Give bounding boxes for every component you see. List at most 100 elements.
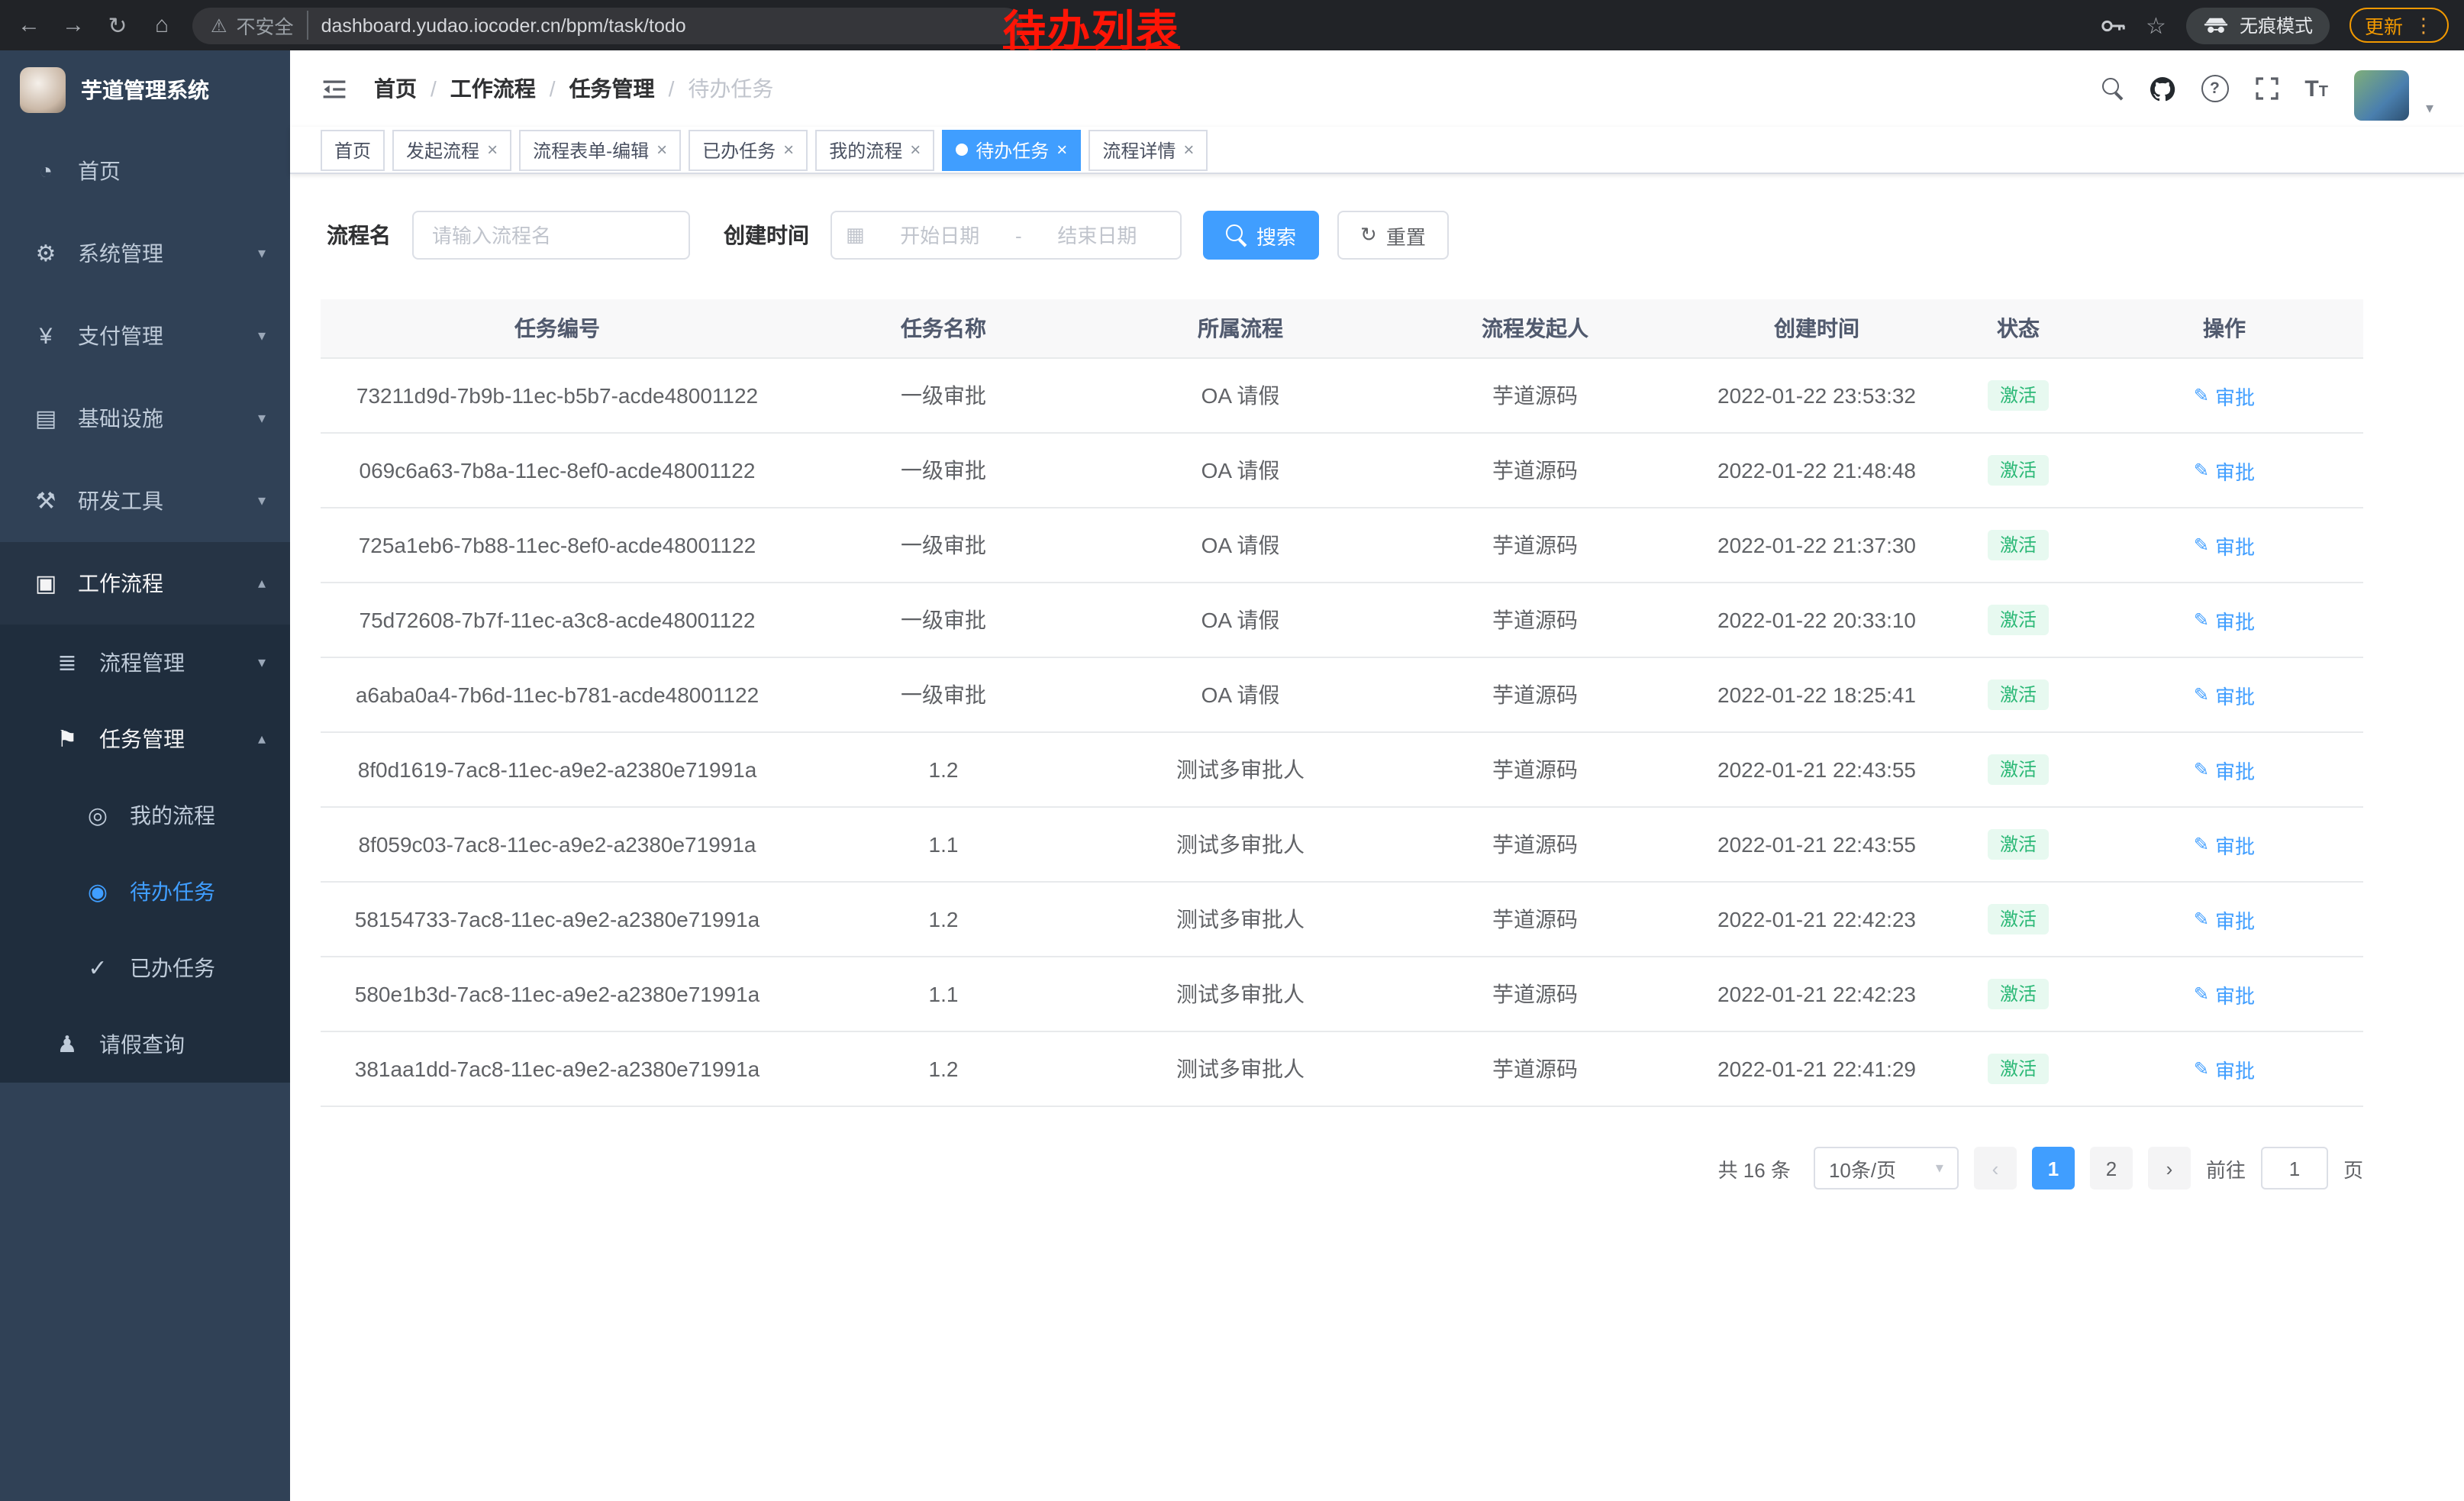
approve-button[interactable]: ✎ 审批 [2194,830,2255,859]
bookmark-star-icon[interactable]: ☆ [2146,11,2166,39]
approve-button[interactable]: ✎ 审批 [2194,755,2255,784]
cell-task-name: 1.2 [794,1032,1093,1106]
cell-task-id: 069c6a63-7b8a-11ec-8ef0-acde48001122 [321,434,794,507]
sidebar-item-infrastructure[interactable]: ▤ 基础设施 ▾ [0,377,290,460]
goto-page-input[interactable] [2261,1147,2328,1190]
close-icon[interactable]: × [1056,139,1067,160]
cell-create-time: 2022-01-21 22:42:23 [1682,957,1951,1031]
fullscreen-icon[interactable] [2254,76,2279,101]
sidebar-item-home[interactable]: ◔ 首页 [0,130,290,212]
next-page-button[interactable]: › [2148,1147,2191,1190]
user-avatar[interactable] [2354,69,2409,120]
sidebar-item-dev-tools[interactable]: ⚒ 研发工具 ▾ [0,460,290,542]
reload-icon[interactable]: ↻ [104,11,131,39]
pagination: 共 16 条 10条/页 ▾ ‹ 1 2 › 前往 页 [321,1147,2363,1190]
sidebar-item-workflow[interactable]: ▣ 工作流程 ▴ [0,542,290,625]
table-row: 8f0d1619-7ac8-11ec-a9e2-a2380e71991a 1.2… [321,733,2363,808]
my-process-icon: ◎ [85,802,110,829]
tab-my-processes[interactable]: 我的流程 × [815,129,934,170]
tab-process-detail[interactable]: 流程详情 × [1088,129,1208,170]
tab-home[interactable]: 首页 [321,129,385,170]
col-create-time: 创建时间 [1682,299,1951,357]
close-icon[interactable]: × [487,139,498,160]
approve-button[interactable]: ✎ 审批 [2194,531,2255,560]
breadcrumb-home[interactable]: 首页 [374,73,417,104]
approve-button[interactable]: ✎ 审批 [2194,680,2255,709]
github-icon[interactable] [2149,76,2175,102]
approve-button[interactable]: ✎ 审批 [2194,381,2255,410]
chevron-down-icon: ▾ [258,328,266,344]
security-label: 不安全 [237,11,294,40]
sidebar-item-leave-query[interactable]: ♟ 请假查询 [0,1006,290,1083]
approve-button[interactable]: ✎ 审批 [2194,1054,2255,1083]
page-1-button[interactable]: 1 [2032,1147,2075,1190]
breadcrumb-workflow[interactable]: 工作流程 [450,73,536,104]
sidebar-item-process-management[interactable]: ≣ 流程管理 ▾ [0,625,290,701]
edit-pen-icon: ✎ [2194,609,2209,631]
search-button[interactable]: 搜索 [1203,211,1319,260]
chevron-down-icon: ▾ [258,245,266,262]
tools-icon: ⚒ [34,487,58,515]
edit-pen-icon: ✎ [2194,834,2209,855]
app-logo[interactable]: 芋道管理系统 [0,50,290,130]
sidebar-subitem-done-tasks[interactable]: ✓ 已办任务 [0,930,290,1006]
date-range-picker[interactable]: ▦ - [830,211,1182,260]
back-icon[interactable]: ← [15,12,43,38]
tab-start-process[interactable]: 发起流程 × [392,129,511,170]
font-size-icon[interactable]: TT [2304,76,2328,102]
page-content: 流程名 创建时间 ▦ - 搜索 ↻ 重置 [290,174,2464,1501]
tab-todo-tasks[interactable]: 待办任务 × [942,129,1081,170]
edit-pen-icon: ✎ [2194,759,2209,780]
breadcrumb: 首页 / 工作流程 / 任务管理 / 待办任务 [374,73,773,104]
status-badge: 激活 [1988,679,2049,711]
sidebar-item-system-management[interactable]: ⚙ 系统管理 ▾ [0,212,290,295]
cell-task-id: 8f0d1619-7ac8-11ec-a9e2-a2380e71991a [321,733,794,806]
close-icon[interactable]: × [783,139,794,160]
close-icon[interactable]: × [910,139,921,160]
dashboard-icon: ◔ [34,158,58,184]
update-button[interactable]: 更新 ⋮ [2350,8,2449,43]
home-icon[interactable]: ⌂ [148,12,176,38]
cell-task-id: 725a1eb6-7b88-11ec-8ef0-acde48001122 [321,508,794,582]
ssl-warning-icon: ⚠ [211,15,227,36]
start-date-input[interactable] [871,222,1009,248]
tab-process-form-edit[interactable]: 流程表单-编辑 × [519,129,681,170]
forward-icon[interactable]: → [60,12,87,38]
approve-button[interactable]: ✎ 审批 [2194,605,2255,634]
avatar-caret-icon[interactable]: ▾ [2426,100,2433,117]
sidebar-subitem-todo-tasks[interactable]: ◉ 待办任务 [0,854,290,930]
prev-page-button[interactable]: ‹ [1974,1147,2017,1190]
sidebar-collapse-icon[interactable] [321,77,348,100]
incognito-badge: 无痕模式 [2186,7,2330,44]
page-size-select[interactable]: 10条/页 ▾ [1814,1147,1959,1190]
cell-create-time: 2022-01-22 21:37:30 [1682,508,1951,582]
approve-button[interactable]: ✎ 审批 [2194,905,2255,934]
process-name-label: 流程名 [327,220,391,250]
process-name-input[interactable] [412,211,690,260]
cell-starter: 芋道源码 [1388,583,1682,657]
sidebar-item-payment-management[interactable]: ¥ 支付管理 ▾ [0,295,290,377]
close-icon[interactable]: × [656,139,667,160]
table-body: 73211d9d-7b9b-11ec-b5b7-acde48001122 一级审… [321,359,2363,1107]
tab-done-tasks[interactable]: 已办任务 × [689,129,808,170]
close-icon[interactable]: × [1183,139,1194,160]
table-row: 58154733-7ac8-11ec-a9e2-a2380e71991a 1.2… [321,883,2363,957]
edit-pen-icon: ✎ [2194,1058,2209,1080]
workflow-icon: ▣ [34,570,58,597]
approve-button[interactable]: ✎ 审批 [2194,456,2255,485]
infrastructure-icon: ▤ [34,405,58,432]
reset-button[interactable]: ↻ 重置 [1337,211,1449,260]
approve-button[interactable]: ✎ 审批 [2194,980,2255,1009]
sidebar-item-task-management[interactable]: ⚑ 任务管理 ▴ [0,701,290,777]
end-date-input[interactable] [1028,222,1166,248]
cell-task-name: 1.1 [794,957,1093,1031]
breadcrumb-task-management[interactable]: 任务管理 [569,73,655,104]
sidebar-subitem-my-processes[interactable]: ◎ 我的流程 [0,777,290,854]
browser-menu-icon[interactable]: ⋮ [2414,13,2433,37]
key-icon[interactable] [2100,18,2126,33]
table-row: 069c6a63-7b8a-11ec-8ef0-acde48001122 一级审… [321,434,2363,508]
page-2-button[interactable]: 2 [2090,1147,2133,1190]
help-icon[interactable]: ? [2201,75,2228,102]
search-icon[interactable] [2101,78,2123,99]
address-bar[interactable]: ⚠ 不安全 dashboard.yudao.iocoder.cn/bpm/tas… [192,7,1023,44]
